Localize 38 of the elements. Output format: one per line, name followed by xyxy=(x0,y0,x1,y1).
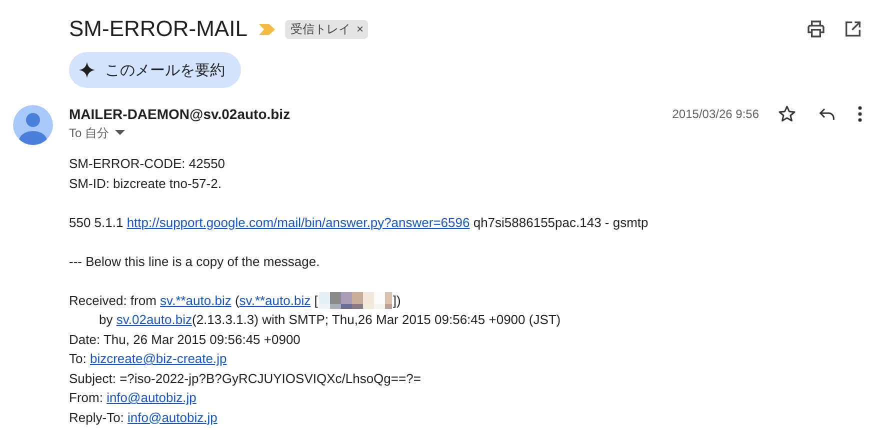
link[interactable]: sv.02auto.biz xyxy=(116,310,192,330)
summarize-button[interactable]: このメールを要約 xyxy=(69,52,241,88)
body-text: To: xyxy=(69,350,88,368)
dropdown-caret-icon[interactable] xyxy=(115,130,126,136)
body-text: From: xyxy=(69,389,104,407)
body-text: by xyxy=(99,311,114,329)
body-text: SM-ERROR-CODE: 42550 xyxy=(69,155,226,173)
body-text: ]) xyxy=(392,292,401,310)
remove-label-button[interactable]: × xyxy=(356,22,364,36)
body-text: 550 5.1.1 xyxy=(69,214,124,232)
body-text: ( xyxy=(234,292,240,310)
avatar-icon xyxy=(13,105,53,145)
importance-marker-icon xyxy=(259,24,276,34)
open-in-new-window-icon[interactable] xyxy=(843,19,863,39)
link[interactable]: info@autobiz.jp xyxy=(106,388,196,408)
link[interactable]: bizcreate@biz-create.jp xyxy=(90,349,227,368)
sparkle-icon xyxy=(79,62,95,78)
body-text: qh7si5886155pac.143 - gsmtp xyxy=(472,214,648,232)
body-text: Subject: =?iso-2022-jp?B?GyRCJUYIOSVIQXc/LhsoQg==?= xyxy=(69,370,421,388)
body-text: SM-ID: bizcreate tno-57-2. xyxy=(69,174,222,192)
print-icon[interactable] xyxy=(806,19,826,39)
body-text: [ xyxy=(313,292,318,310)
star-icon[interactable] xyxy=(777,104,797,124)
more-options-icon[interactable] xyxy=(857,106,863,122)
sender-address: MAILER-DAEMON@sv.02auto.biz xyxy=(69,105,290,124)
body-text: Reply-To: xyxy=(69,408,125,427)
link[interactable]: http://support.google.com/mail/bin/answer.py?answer=6596 xyxy=(126,212,470,232)
body-text: Date: Thu, 26 Mar 2015 09:56:45 +0900 xyxy=(69,330,300,348)
link[interactable]: info@autobiz.jp xyxy=(128,408,218,427)
body-text: (2.13.3.1.3) with SMTP; Thu,26 Mar 2015 09:56:45 +0900 (JST) xyxy=(192,311,561,329)
email-subject: SM-ERROR-MAIL xyxy=(69,15,248,43)
inbox-label[interactable]: 受信トレイ × xyxy=(285,20,368,38)
body-text: --- Below this line is a copy of the message. xyxy=(69,252,320,271)
recipient-label: To 自分 xyxy=(69,125,110,142)
body-text: Received: from xyxy=(69,292,158,310)
link[interactable]: sv.**auto.biz xyxy=(239,290,311,310)
link[interactable]: sv.**auto.biz xyxy=(160,290,232,310)
email-date: 2015/03/26 9:56 xyxy=(672,107,759,121)
